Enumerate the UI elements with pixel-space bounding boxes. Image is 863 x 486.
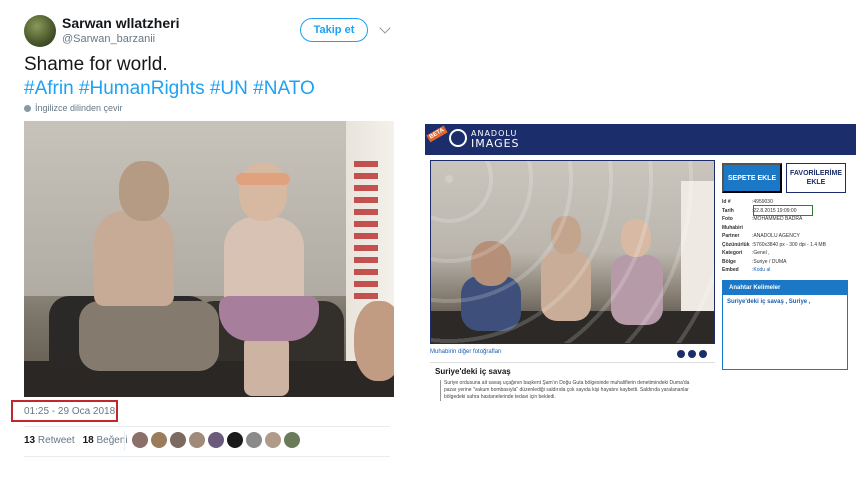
- metadata-row: Bölge :Suriye / DUMA: [722, 258, 852, 267]
- tweet-timestamp[interactable]: 01:25 - 29 Oca 2018: [11, 400, 118, 422]
- site-header: BETA ANADOLU IMAGES: [425, 124, 856, 155]
- retweet-stat[interactable]: 13 Retweet: [24, 435, 75, 446]
- metadata-key: Foto Muhabiri: [722, 216, 743, 231]
- other-photos-link[interactable]: Muhabirin diğer fotoğrafları: [430, 349, 502, 355]
- metadata-row: Partner :ANADOLU AGENCY: [722, 232, 852, 241]
- watermark: [431, 161, 714, 343]
- section-body: Suriye ordusuna ait savaş uçağının başke…: [440, 380, 700, 401]
- photo-description: Suriye'deki iç savaş Suriye ordusuna ait…: [430, 362, 715, 410]
- metadata-value: :MOHAMMED BADRA: [752, 216, 803, 222]
- metadata-value: :Genel ,: [752, 250, 770, 256]
- metadata-key: Tarih: [722, 207, 734, 214]
- hashtags[interactable]: #Afrin #HumanRights #UN #NATO: [24, 77, 404, 101]
- avatar[interactable]: [24, 15, 56, 47]
- divider: [24, 426, 390, 427]
- aa-logo-icon[interactable]: [449, 129, 467, 147]
- translate-label: İngilizce dilinden çevir: [35, 103, 123, 113]
- liker-avatar[interactable]: [246, 432, 262, 448]
- metadata-key: Kategori: [722, 250, 743, 256]
- metadata-row: Kategori :Genel ,: [722, 249, 852, 258]
- like-stat[interactable]: 18 Beğeni: [83, 435, 128, 446]
- add-to-favorites-button[interactable]: FAVORİLERİME EKLE: [786, 163, 846, 193]
- metadata-row: Çözünürlük:5760x3840 px - 300 dpi - 1.4 …: [722, 241, 852, 250]
- metadata-key: Id #: [722, 199, 731, 205]
- beta-badge: BETA: [426, 125, 448, 143]
- metadata-value: :Suriye / DUMA: [752, 258, 787, 265]
- translate-link[interactable]: İngilizce dilinden çevir: [24, 103, 123, 113]
- metadata-value: :ANADOLU AGENCY: [752, 233, 800, 239]
- add-to-cart-button[interactable]: SEPETE EKLE: [722, 163, 782, 193]
- section-title: Suriye'deki iç savaş: [435, 367, 511, 376]
- user-handle[interactable]: @Sarwan_barzanii: [62, 33, 155, 45]
- liker-avatar[interactable]: [132, 432, 148, 448]
- divider: [24, 456, 390, 457]
- keywords-title: Anahtar Kelimeler: [723, 281, 847, 295]
- chevron-down-icon[interactable]: [379, 22, 391, 34]
- metadata-key: Çözünürlük: [722, 241, 750, 248]
- tweet-stats: 13 Retweet 18 Beğeni: [24, 435, 128, 446]
- metadata-key: Bölge: [722, 258, 736, 265]
- liker-avatar[interactable]: [151, 432, 167, 448]
- follow-button[interactable]: Takip et: [300, 18, 368, 42]
- date-highlight: [753, 205, 813, 216]
- email-icon[interactable]: [699, 350, 707, 358]
- twitter-icon[interactable]: [688, 350, 696, 358]
- liker-avatar[interactable]: [189, 432, 205, 448]
- globe-icon: [24, 104, 31, 112]
- main-photo[interactable]: ‹ ›: [430, 160, 715, 344]
- anadolu-screenshot: BETA ANADOLU IMAGES ‹ › Muhabirin diğer …: [425, 124, 856, 414]
- metadata-key: Embed: [722, 267, 739, 273]
- liker-avatar[interactable]: [265, 432, 281, 448]
- metadata-row: Foto Muhabiri :MOHAMMED BADRA: [722, 215, 852, 232]
- tweet-photo[interactable]: [24, 121, 394, 397]
- metadata-row: Embed :Kodu al: [722, 266, 852, 275]
- social-share: [677, 350, 707, 358]
- metadata-value[interactable]: :Kodu al: [752, 266, 852, 275]
- liker-avatar[interactable]: [170, 432, 186, 448]
- liker-avatar[interactable]: [284, 432, 300, 448]
- site-brand[interactable]: ANADOLU IMAGES: [471, 129, 520, 149]
- display-name[interactable]: Sarwan wllatzheri: [62, 15, 179, 31]
- keywords-list[interactable]: Suriye'deki iç savaş , Suriye ,: [723, 295, 847, 309]
- keywords-panel: Anahtar Kelimeler Suriye'deki iç savaş ,…: [722, 280, 848, 370]
- metadata-value: :5760x3840 px - 300 dpi - 1.4 MB: [752, 241, 826, 248]
- divider: [124, 431, 125, 451]
- tweet-text-line: Shame for world.: [24, 54, 168, 75]
- metadata-key: Partner: [722, 233, 740, 239]
- tweet-card: Sarwan wllatzheri @Sarwan_barzanii Takip…: [0, 0, 410, 486]
- liker-avatars: [132, 432, 300, 448]
- liker-avatar[interactable]: [208, 432, 224, 448]
- liker-avatar[interactable]: [227, 432, 243, 448]
- tweet-text: Shame for world. #Afrin #HumanRights #UN…: [24, 53, 404, 101]
- facebook-icon[interactable]: [677, 350, 685, 358]
